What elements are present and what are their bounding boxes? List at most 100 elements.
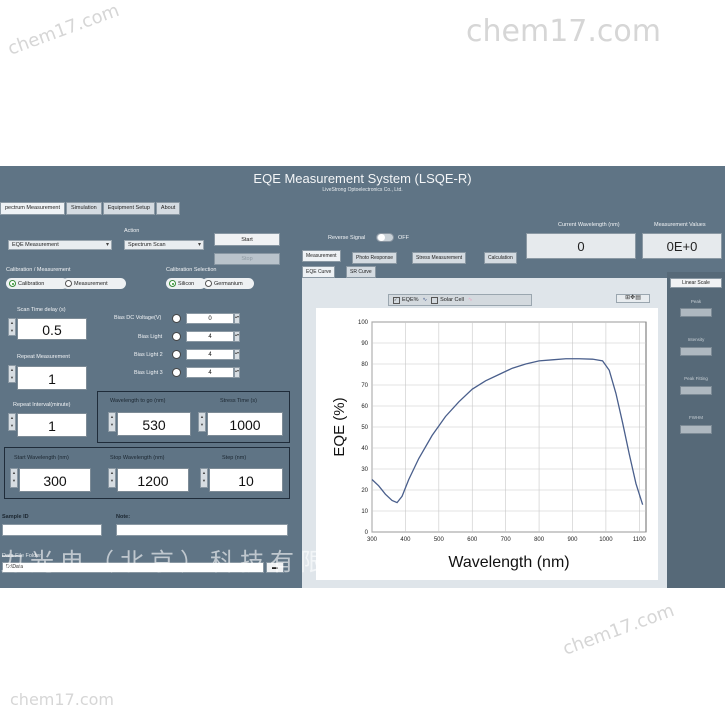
bias-light-3-label: Bias Light 3 bbox=[134, 370, 163, 376]
peak-fitting-field bbox=[680, 386, 712, 395]
scan-time-stepper[interactable]: ▲ ▼ bbox=[8, 318, 16, 336]
curve-icon: ∿ bbox=[422, 297, 428, 303]
reverse-signal-label: Reverse Signal bbox=[328, 235, 366, 241]
stop-wl-input[interactable]: 1200 bbox=[117, 468, 189, 492]
scan-time-label: Scan Time delay (s) bbox=[17, 307, 66, 313]
stress-time-stepper[interactable]: ▲ ▼ bbox=[198, 412, 206, 432]
repeat-stepper[interactable]: ▲ ▼ bbox=[8, 365, 16, 383]
tab-photo-response[interactable]: Photo Response bbox=[352, 252, 397, 264]
tab-calculation[interactable]: Calculation bbox=[484, 252, 517, 264]
meas-values-readout: 0E+0 bbox=[642, 233, 722, 259]
checkbox-checked-icon[interactable]: ✓ bbox=[393, 296, 400, 304]
watermark-diagonal: chem17.com bbox=[5, 0, 123, 60]
peak-field bbox=[680, 308, 712, 317]
bias-light-1-input[interactable]: 4 bbox=[186, 331, 234, 342]
bias-light-3-stepper[interactable]: ▴▾ bbox=[234, 367, 240, 378]
start-wl-input[interactable]: 300 bbox=[19, 468, 91, 492]
stress-time-input[interactable]: 1000 bbox=[207, 412, 283, 436]
tab-spectrum-measurement[interactable]: pectrum Measurement bbox=[0, 202, 66, 215]
bias-light-1-stepper[interactable]: ▴▾ bbox=[234, 331, 240, 342]
checkbox-unchecked-icon[interactable] bbox=[431, 296, 439, 304]
plot-tools[interactable]: ⊞✥▤ bbox=[616, 294, 650, 303]
y-tick-label: 10 bbox=[361, 509, 368, 515]
y-tick-label: 60 bbox=[361, 404, 368, 410]
stress-time-label: Stress Time (s) bbox=[220, 398, 257, 404]
bias-light-2-label: Bias Light 2 bbox=[134, 352, 163, 358]
sample-id-label: Sample ID bbox=[2, 514, 29, 520]
calibration-radio[interactable]: Calibration bbox=[6, 278, 68, 289]
tab-stress-measurement[interactable]: Stress Measurement bbox=[412, 252, 467, 264]
measurement-radio[interactable]: Measurement bbox=[62, 278, 126, 289]
peak-fitting-label: Peak Fitting bbox=[684, 376, 708, 381]
watermark-bottom: chem17.com bbox=[560, 599, 678, 660]
curve-icon-pink: ∿ bbox=[467, 297, 473, 303]
y-tick-label: 20 bbox=[361, 488, 368, 494]
intensity-field bbox=[680, 347, 712, 356]
tab-equipment-setup[interactable]: Equipment Setup bbox=[102, 202, 155, 215]
y-tick-label: 80 bbox=[361, 362, 368, 368]
cal-selection-label: Calibration Selection bbox=[166, 267, 217, 273]
step-input[interactable]: 10 bbox=[209, 468, 283, 492]
bias-dc-label: Bias DC Voltage(V) bbox=[114, 315, 162, 321]
bias-light-3-input[interactable]: 4 bbox=[186, 367, 234, 378]
y-tick-label: 50 bbox=[361, 425, 368, 431]
action-select-value: Spectrum Scan bbox=[128, 242, 166, 248]
bias-dc-toggle[interactable] bbox=[172, 314, 181, 323]
hand-icon[interactable]: ▤ bbox=[635, 295, 641, 301]
reverse-signal-toggle[interactable] bbox=[376, 233, 394, 242]
fwhm-label: FWHM bbox=[689, 415, 703, 420]
radio-unselected-icon bbox=[65, 280, 72, 287]
tab-about[interactable]: About bbox=[155, 202, 181, 215]
bias-light-2-input[interactable]: 4 bbox=[186, 349, 234, 360]
eqe-chart-svg: 300 400 500 600 700 800 900 1000 110001020304050… bbox=[331, 320, 646, 571]
sample-id-input[interactable] bbox=[2, 524, 102, 536]
subtab-sr-curve[interactable]: SR Curve bbox=[346, 266, 376, 278]
scan-time-input[interactable]: 0.5 bbox=[17, 318, 87, 340]
intensity-label: Intensity bbox=[687, 337, 705, 342]
eqe-chart: 300 400 500 600 700 800 900 1000 1100 0 10 20 30 40 50… bbox=[316, 308, 658, 580]
bias-dc-stepper[interactable]: ▴▾ bbox=[234, 313, 240, 324]
repeat-interval-stepper[interactable]: ▲ ▼ bbox=[8, 413, 16, 431]
chevron-down-icon: ▾ bbox=[105, 242, 109, 248]
start-button[interactable]: Start bbox=[214, 233, 280, 246]
window-title: EQE Measurement System (LSQE-R) bbox=[253, 171, 472, 186]
y-tick-label: 70 bbox=[361, 383, 368, 389]
action-select[interactable]: Spectrum Scan ▾ bbox=[124, 240, 204, 250]
step-stepper[interactable]: ▲ ▼ bbox=[200, 468, 208, 488]
window-subtitle: LiveStrong Optoelectronics Co., Ltd. bbox=[322, 187, 403, 193]
repeat-interval-input[interactable]: 1 bbox=[17, 413, 87, 437]
current-wl-readout: 0 bbox=[526, 233, 636, 259]
bias-light-3-toggle[interactable] bbox=[172, 368, 181, 377]
bias-light-1-toggle[interactable] bbox=[172, 332, 181, 341]
company-watermark: 力光电（北京）科技有限公司 bbox=[0, 548, 390, 576]
plot-legend: ✓ EQE% ∿ Solar Cell ∿ bbox=[388, 294, 532, 306]
stop-button[interactable]: Stop bbox=[214, 253, 280, 265]
y-tick-label: 0 bbox=[365, 530, 369, 536]
mode-select[interactable]: EQE Measurement ▾ bbox=[8, 240, 112, 250]
wl-to-go-input[interactable]: 530 bbox=[117, 412, 191, 436]
subtab-eqe-curve[interactable]: EQE Curve bbox=[302, 266, 336, 278]
wl-to-go-stepper[interactable]: ▲ ▼ bbox=[108, 412, 116, 432]
start-wl-stepper[interactable]: ▲ ▼ bbox=[10, 468, 18, 488]
repeat-label: Repeat Measurement bbox=[17, 354, 70, 360]
step-label: Step (nm) bbox=[222, 455, 247, 461]
peak-label: Peak bbox=[690, 299, 702, 304]
mode-select-value: EQE Measurement bbox=[12, 242, 59, 248]
tab-simulation[interactable]: Simulation bbox=[66, 202, 102, 215]
bias-light-2-toggle[interactable] bbox=[172, 350, 181, 359]
linear-scale-button[interactable]: Linear Scale bbox=[670, 278, 722, 288]
repeat-input[interactable]: 1 bbox=[17, 366, 87, 390]
silicon-radio[interactable]: Silicon bbox=[166, 278, 206, 289]
stop-wl-label: Stop Wavelength (nm) bbox=[110, 455, 165, 461]
repeat-interval-label: Repeat Interval(minute) bbox=[13, 402, 71, 408]
bias-light-2-stepper[interactable]: ▴▾ bbox=[234, 349, 240, 360]
tab-measurement[interactable]: Measurement bbox=[302, 250, 341, 262]
measurement-radio-label: Measurement bbox=[74, 280, 108, 287]
stop-wl-stepper[interactable]: ▲ ▼ bbox=[108, 468, 116, 488]
note-input[interactable] bbox=[116, 524, 288, 536]
meas-values-label: Measurement Values bbox=[654, 222, 706, 228]
fwhm-field bbox=[680, 425, 712, 434]
bias-dc-input[interactable]: 0 bbox=[186, 313, 234, 324]
watermark-main: chem17.com bbox=[466, 14, 661, 49]
germanium-radio[interactable]: Germanium bbox=[202, 278, 254, 289]
